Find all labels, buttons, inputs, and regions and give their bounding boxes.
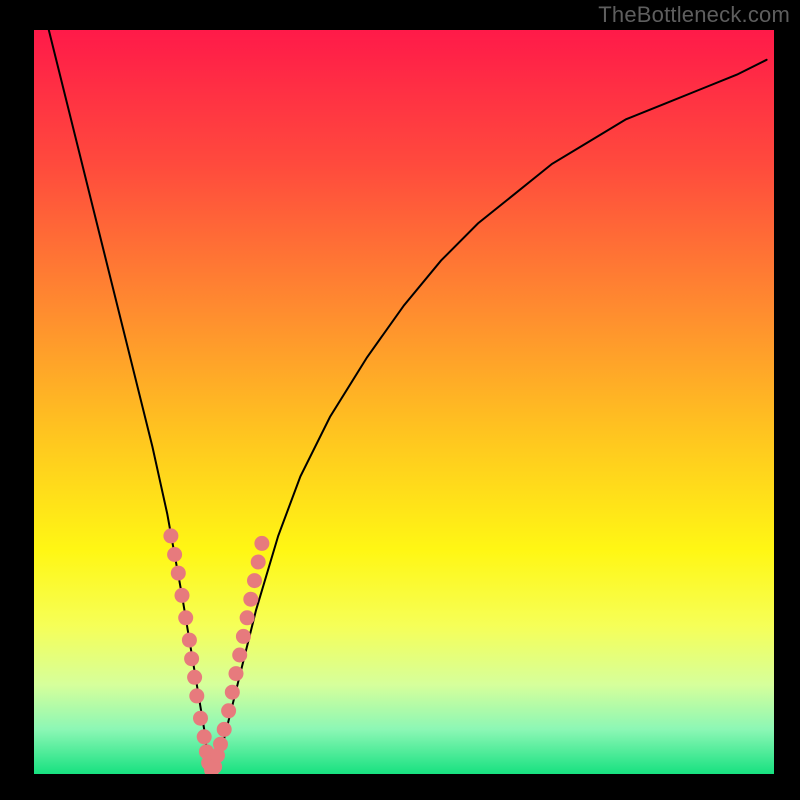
plot-area <box>34 30 774 774</box>
marker-group <box>163 528 269 774</box>
marker-point <box>232 648 247 663</box>
marker-point <box>175 588 190 603</box>
marker-point <box>243 592 258 607</box>
marker-point <box>182 633 197 648</box>
marker-point <box>240 610 255 625</box>
marker-point <box>178 610 193 625</box>
marker-point <box>189 688 204 703</box>
marker-point <box>171 566 186 581</box>
marker-point <box>251 555 266 570</box>
marker-point <box>221 703 236 718</box>
marker-point <box>167 547 182 562</box>
marker-point <box>193 711 208 726</box>
watermark-text: TheBottleneck.com <box>598 2 790 28</box>
marker-point <box>163 528 178 543</box>
marker-point <box>254 536 269 551</box>
bottleneck-curve <box>34 30 767 774</box>
marker-point <box>225 685 240 700</box>
marker-point <box>217 722 232 737</box>
curve-layer <box>34 30 774 774</box>
marker-point <box>184 651 199 666</box>
chart-frame: TheBottleneck.com <box>0 0 800 800</box>
marker-point <box>197 729 212 744</box>
marker-point <box>213 737 228 752</box>
marker-point <box>229 666 244 681</box>
marker-point <box>247 573 262 588</box>
marker-point <box>187 670 202 685</box>
marker-point <box>236 629 251 644</box>
